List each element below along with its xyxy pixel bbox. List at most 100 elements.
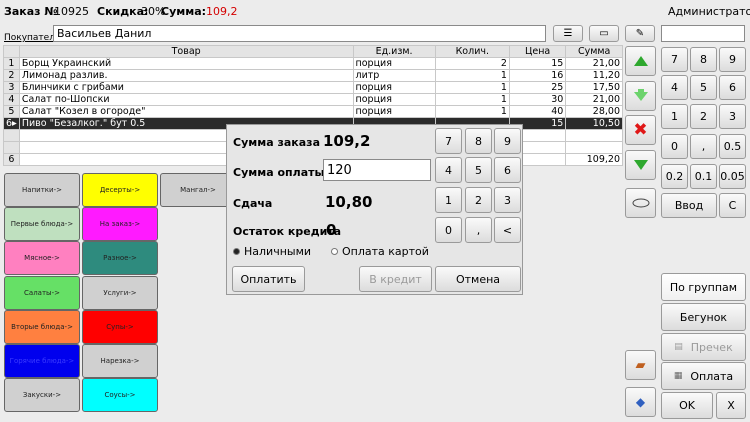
- header-cell[interactable]: Ед.изм.: [352, 45, 436, 58]
- close-button[interactable]: X: [716, 392, 746, 419]
- category-salads[interactable]: Салаты->: [4, 276, 80, 310]
- cash-radio-label: Наличными: [244, 245, 312, 258]
- cancel-button[interactable]: Отмена: [435, 266, 521, 292]
- radio-selected-icon: [233, 248, 240, 255]
- plus-icon: [633, 89, 648, 101]
- sum-value: 109,2: [206, 5, 238, 18]
- dialog-key[interactable]: 9: [494, 128, 521, 154]
- dialog-key[interactable]: 6: [494, 157, 521, 183]
- paid-sum-input[interactable]: 120: [323, 159, 431, 181]
- payment-dialog: Сумма заказа 109,2 Сумма оплаты 120 Сдач…: [226, 124, 523, 295]
- item-unit: порция: [352, 81, 436, 94]
- clear-button[interactable]: C: [719, 193, 746, 218]
- precheck-button[interactable]: ▤ Пречек: [661, 333, 746, 361]
- item-qty: 1: [434, 81, 510, 94]
- sum-label: Сумма:: [161, 5, 207, 18]
- category-soups[interactable]: Супы->: [82, 310, 158, 344]
- dialog-key[interactable]: 7: [435, 128, 462, 154]
- table-row[interactable]: 1 Борщ Украинский порция 2 15 21,00: [3, 57, 623, 70]
- header-cell[interactable]: Колич.: [434, 45, 510, 58]
- dialog-key[interactable]: 4: [435, 157, 462, 183]
- keypad-key[interactable]: 0: [661, 134, 688, 159]
- card-radio[interactable]: Оплата картой: [331, 245, 429, 258]
- dialog-key[interactable]: 1: [435, 187, 462, 213]
- print-button[interactable]: ▰: [625, 350, 656, 380]
- move-down-button[interactable]: [625, 150, 656, 180]
- buyer-input[interactable]: Васильев Данил: [53, 25, 546, 42]
- row-number: 1: [3, 57, 20, 70]
- dialog-key[interactable]: 3: [494, 187, 521, 213]
- keypad-key[interactable]: 4: [661, 75, 688, 100]
- back-button[interactable]: ◆: [625, 387, 656, 417]
- dialog-key[interactable]: ,: [465, 217, 492, 243]
- keypad-display[interactable]: [661, 25, 745, 42]
- move-up-button[interactable]: [625, 46, 656, 76]
- header-cell[interactable]: Товар: [18, 45, 354, 58]
- item-unit: порция: [352, 57, 436, 70]
- item-qty: 1: [434, 93, 510, 106]
- category-meat[interactable]: Мясное->: [4, 241, 80, 275]
- keypad-key[interactable]: 9: [719, 47, 746, 72]
- category-desserts[interactable]: Десерты->: [82, 173, 158, 207]
- dialog-key[interactable]: 8: [465, 128, 492, 154]
- keypad-key[interactable]: 0.5: [719, 134, 746, 159]
- enter-button[interactable]: Ввод: [661, 193, 717, 218]
- keypad-key[interactable]: 7: [661, 47, 688, 72]
- backspace-key[interactable]: <: [494, 217, 521, 243]
- order-sum-label: Сумма заказа: [233, 136, 320, 149]
- buyer-label[interactable]: Покупатель: [4, 33, 60, 43]
- item-sum: 10,50: [565, 117, 623, 130]
- dialog-key[interactable]: 2: [465, 187, 492, 213]
- edit-button[interactable]: ✎: [625, 25, 655, 42]
- card-radio-label: Оплата картой: [342, 245, 429, 258]
- delete-button[interactable]: ✖: [625, 115, 656, 145]
- category-services[interactable]: Услуги->: [82, 276, 158, 310]
- header-cell[interactable]: Сумма: [565, 45, 623, 58]
- item-sum: 11,20: [565, 69, 623, 82]
- card-button[interactable]: ▭: [589, 25, 619, 42]
- keypad-key[interactable]: 5: [690, 75, 717, 100]
- table-row[interactable]: 2 Лимонад разлив. литр 1 16 11,20: [3, 69, 623, 82]
- credit-button[interactable]: В кредит: [359, 266, 432, 292]
- runner-button[interactable]: Бегунок: [661, 303, 746, 331]
- increment-button[interactable]: [625, 81, 656, 111]
- keypad-key[interactable]: 8: [690, 47, 717, 72]
- header-cell[interactable]: Цена: [508, 45, 567, 58]
- view-button[interactable]: [625, 188, 656, 218]
- dialog-key[interactable]: 5: [465, 157, 492, 183]
- radio-empty-icon: [331, 248, 338, 255]
- category-misc[interactable]: Разное->: [82, 241, 158, 275]
- category-first-courses[interactable]: Первые блюда->: [4, 207, 80, 241]
- category-hot-dishes[interactable]: Горячие блюда->: [4, 344, 80, 378]
- category-main-courses[interactable]: Вторые блюда->: [4, 310, 80, 344]
- row-number: 5: [3, 105, 20, 118]
- ok-button[interactable]: OK: [661, 392, 713, 419]
- keypad-key[interactable]: 0.1: [690, 164, 717, 189]
- list-button[interactable]: ☰: [553, 25, 583, 42]
- category-drinks[interactable]: Напитки->: [4, 173, 80, 207]
- row-number: 3: [3, 81, 20, 94]
- keypad-key[interactable]: 2: [690, 104, 717, 129]
- category-sauces[interactable]: Соусы->: [82, 378, 158, 412]
- table-row[interactable]: 4 Салат по-Шопски порция 1 30 21,00: [3, 93, 623, 106]
- keypad-key[interactable]: 1: [661, 104, 688, 129]
- keypad-key[interactable]: 6: [719, 75, 746, 100]
- keypad-key[interactable]: 0.2: [661, 164, 688, 189]
- pay-button[interactable]: Оплатить: [232, 266, 305, 292]
- category-cuts[interactable]: Нарезка->: [82, 344, 158, 378]
- category-to-order[interactable]: На заказ->: [82, 207, 158, 241]
- book-icon: ▰: [635, 357, 646, 373]
- table-row[interactable]: 5 Салат "Козел в огороде" порция 1 40 28…: [3, 105, 623, 118]
- keypad-key[interactable]: 3: [719, 104, 746, 129]
- payment-button[interactable]: ▦ Оплата: [661, 362, 746, 390]
- category-snacks[interactable]: Закуски->: [4, 378, 80, 412]
- arrow-left-icon: ◆: [635, 395, 646, 409]
- keypad-key[interactable]: ,: [690, 134, 717, 159]
- keypad-key[interactable]: 0.05: [719, 164, 746, 189]
- table-row[interactable]: 3 Блинчики с грибами порция 1 25 17,50: [3, 81, 623, 94]
- cash-radio[interactable]: Наличными: [233, 245, 311, 258]
- dialog-key[interactable]: 0: [435, 217, 462, 243]
- category-grill[interactable]: Мангал->: [160, 173, 236, 207]
- by-groups-button[interactable]: По группам: [661, 273, 746, 301]
- item-sum: 17,50: [565, 81, 623, 94]
